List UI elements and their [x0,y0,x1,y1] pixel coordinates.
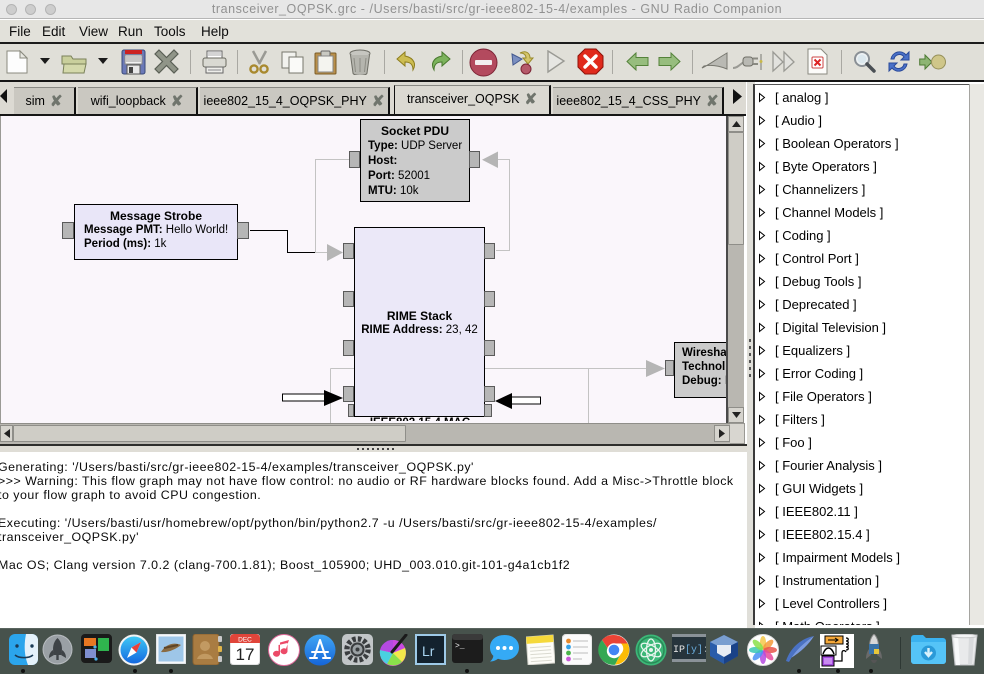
svg-text:Lr: Lr [422,643,435,659]
svg-text:17: 17 [236,645,255,664]
svg-text:DEC: DEC [238,637,252,644]
svg-text:IP[y]:: IP[y]: [673,644,706,656]
svg-text:>_: >_ [455,642,465,651]
